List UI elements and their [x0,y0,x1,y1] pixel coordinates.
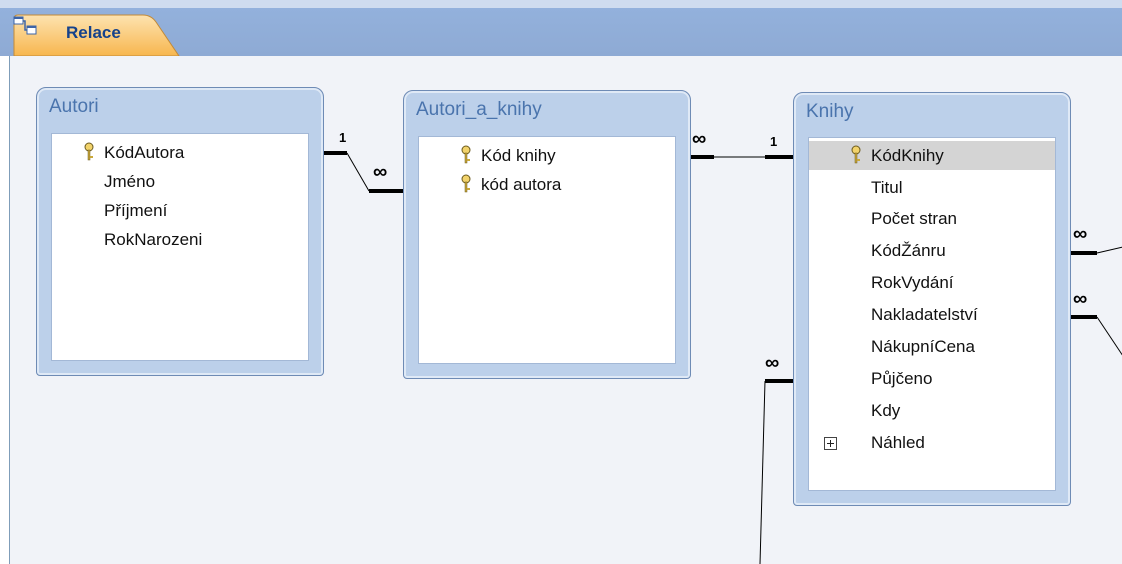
cardinality-many: ∞ [692,128,706,150]
field-name: Nakladatelství [871,305,978,324]
field-name: Jméno [104,172,156,191]
field-row[interactable]: Příjmení [52,196,308,225]
field-row[interactable]: RokNarozeni [52,225,308,254]
field-name: kód autora [481,175,562,194]
field-list[interactable]: Kód knihy kód autora [418,136,676,364]
relationships-icon [13,16,37,35]
field-name: RokVydání [871,273,954,292]
primary-key-icon [461,145,471,164]
cardinality-many: ∞ [1073,288,1087,310]
field-name: KódŽánru [871,241,946,260]
field-name: RokNarozeni [104,230,203,249]
field-row[interactable]: Náhled [809,428,1055,457]
relation-line [1096,246,1122,254]
field-row[interactable]: Titul [809,173,1055,202]
field-name: NákupníCena [871,337,975,356]
relation-line [1096,316,1122,356]
table-title: Knihy [806,101,854,122]
expand-plus-icon[interactable] [824,437,837,450]
table-autori[interactable]: Autori KódAutora Jméno Příjmení RokNaroz… [36,87,324,376]
tab-label: Relace [66,23,121,42]
document-tab-bar: Relace [0,0,1122,56]
field-list[interactable]: KódAutora Jméno Příjmení RokNarozeni [51,133,309,361]
relation-line [346,152,370,192]
primary-key-icon [84,142,94,161]
field-name: Titul [871,178,903,197]
field-row[interactable]: RokVydání [809,268,1055,297]
field-row-selected[interactable]: KódKnihy [809,141,1055,170]
field-name: Kdy [871,401,901,420]
field-row[interactable]: NákupníCena [809,332,1055,361]
field-name: Kód knihy [481,146,556,165]
field-row[interactable]: Půjčeno [809,364,1055,393]
table-title: Autori [49,96,99,117]
field-row[interactable]: KódAutora [52,138,308,167]
table-knihy[interactable]: Knihy KódKnihy Titul Počet stran KódŽánr… [793,92,1071,506]
field-row[interactable]: Kdy [809,396,1055,425]
field-row[interactable]: Jméno [52,167,308,196]
field-name: Počet stran [871,209,957,228]
table-autori-a-knihy[interactable]: Autori_a_knihy Kód knihy kód autora [403,90,691,379]
field-row[interactable]: KódŽánru [809,236,1055,265]
primary-key-icon [461,174,471,193]
field-row[interactable]: Počet stran [809,204,1055,233]
field-name: KódKnihy [871,146,944,165]
tab-relace[interactable]: Relace [13,14,181,56]
field-list[interactable]: KódKnihy Titul Počet stran KódŽánru RokV… [808,137,1056,491]
cardinality-many: ∞ [765,352,779,374]
field-name: Náhled [871,433,925,452]
field-row[interactable]: Kód knihy [419,141,675,170]
primary-key-icon [851,145,861,164]
relationships-canvas[interactable]: 1 ∞ ∞ 1 ∞ ∞ ∞ Autori KódAutora Jméno Pří… [9,56,1122,564]
table-title: Autori_a_knihy [416,99,542,120]
field-name: Půjčeno [871,369,933,388]
cardinality-one: 1 [339,130,346,145]
cardinality-many: ∞ [1073,223,1087,245]
field-row[interactable]: Nakladatelství [809,300,1055,329]
cardinality-many: ∞ [373,161,387,183]
relation-line [759,380,766,564]
field-row[interactable]: kód autora [419,170,675,199]
field-name: Příjmení [104,201,168,220]
cardinality-one: 1 [770,134,777,149]
field-name: KódAutora [104,143,185,162]
